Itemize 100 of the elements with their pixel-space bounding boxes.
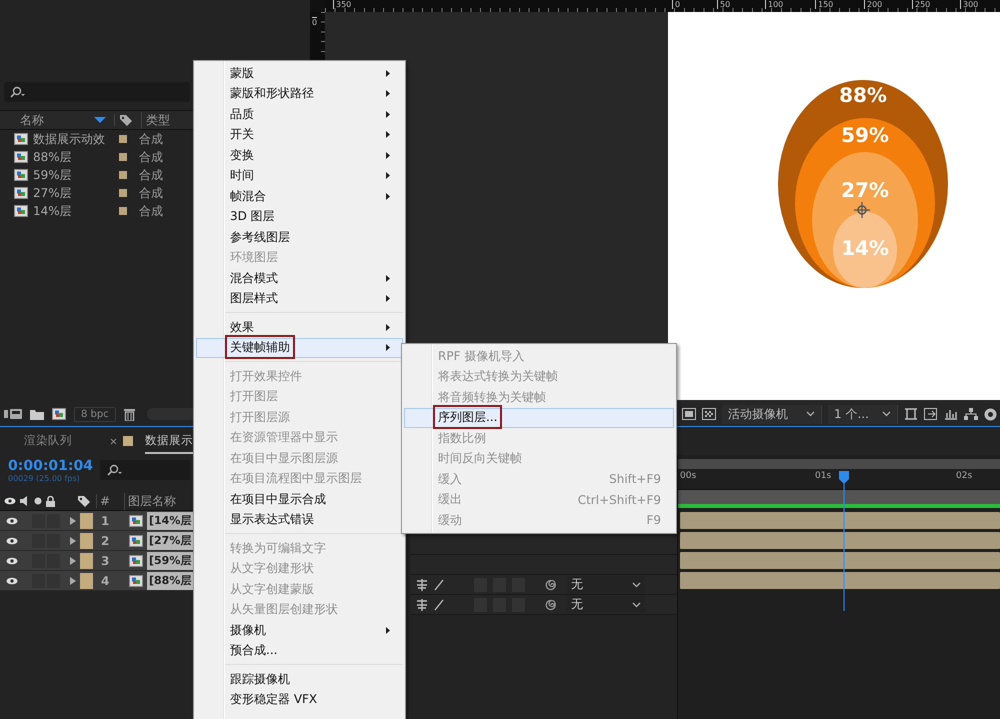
ruler-number: 50 — [717, 0, 730, 9]
ruler-number: 0 — [672, 0, 680, 9]
export-icon[interactable] — [924, 408, 938, 420]
column-header[interactable]: # — [96, 494, 124, 508]
menu-item[interactable]: 预合成... — [196, 640, 403, 661]
folder-icon[interactable] — [30, 408, 44, 420]
item-type: 合成 — [139, 148, 163, 166]
quality-slash-icon[interactable] — [434, 598, 444, 610]
hierarchy-icon[interactable] — [964, 408, 978, 420]
search-field[interactable] — [4, 82, 190, 102]
eye-icon[interactable] — [4, 497, 16, 505]
time-label: 02s — [956, 471, 972, 481]
composition-icon — [14, 151, 28, 163]
item-type: 合成 — [139, 130, 163, 148]
expand-arrow-icon[interactable] — [70, 556, 76, 564]
frame-info: 00029 (25.00 fps) — [8, 474, 81, 483]
shy-switch-icon[interactable] — [416, 578, 428, 590]
menu-item[interactable]: 效果 — [196, 317, 403, 338]
expand-arrow-icon[interactable] — [70, 576, 76, 584]
speaker-icon[interactable] — [20, 496, 30, 506]
item-name[interactable]: 数据展示动效 — [33, 130, 115, 148]
spiral-icon[interactable] — [545, 598, 557, 610]
label-swatch[interactable] — [80, 572, 93, 588]
close-icon[interactable] — [110, 438, 117, 444]
column-header[interactable]: 图层名称 — [124, 492, 176, 510]
bar-chart-icon[interactable] — [944, 408, 958, 420]
menu-item[interactable]: 显示表达式错误 — [196, 510, 403, 530]
solo-dot-icon[interactable] — [34, 497, 42, 505]
menu-item[interactable]: 摄像机 — [196, 620, 403, 640]
trash-icon[interactable] — [124, 408, 135, 420]
column-header[interactable]: 名称 — [20, 112, 94, 128]
lock-icon[interactable] — [46, 496, 55, 506]
search-icon[interactable] — [9, 86, 25, 98]
menu-item[interactable]: 序列图层... — [404, 408, 674, 428]
column-header[interactable]: 类型 — [141, 112, 170, 128]
menu-item[interactable]: 变形稳定器 VFX — [196, 690, 403, 710]
playhead[interactable] — [838, 471, 850, 611]
item-name[interactable]: 14%层 — [33, 202, 115, 220]
layer-name[interactable]: [14%层 — [147, 512, 193, 530]
eye-icon[interactable] — [6, 516, 18, 524]
expand-arrow-icon[interactable] — [70, 516, 76, 524]
label-swatch[interactable] — [80, 552, 93, 568]
label-swatch[interactable] — [80, 512, 93, 528]
layer-row[interactable]: 4 [88%层 — [0, 571, 193, 591]
menu-item[interactable]: 蒙版 — [196, 63, 403, 84]
layer-row[interactable]: 1 [14%层 — [0, 511, 193, 531]
layer-name[interactable]: [88%层 — [147, 572, 193, 590]
eye-icon[interactable] — [6, 576, 18, 584]
menu-item[interactable]: 关键帧辅助 — [196, 338, 403, 358]
anchor-point-icon[interactable] — [853, 201, 871, 219]
caret-icon[interactable] — [882, 411, 891, 417]
spiral-icon[interactable] — [545, 578, 557, 590]
caret-icon[interactable] — [806, 411, 815, 417]
menu-item[interactable]: 参考线图层 — [196, 227, 403, 248]
layer-row[interactable]: 3 [59%层 — [0, 551, 193, 571]
layer-row[interactable]: 2 [27%层 — [0, 531, 193, 551]
aperture-icon[interactable] — [984, 408, 997, 420]
frame-icon[interactable] — [904, 408, 918, 420]
layer-name[interactable]: [59%层 — [147, 552, 193, 570]
item-name[interactable]: 27%层 — [33, 184, 115, 202]
menu-item[interactable]: 时间 — [196, 166, 403, 186]
shy-switch-icon[interactable] — [416, 598, 428, 610]
expand-arrow-icon[interactable] — [70, 536, 76, 544]
search-field[interactable] — [100, 460, 190, 480]
menu-item[interactable]: 蒙版和形状路径 — [196, 84, 403, 104]
menu-item[interactable]: 开关 — [196, 124, 403, 145]
item-type: 合成 — [139, 166, 163, 184]
square-icon[interactable] — [682, 408, 696, 420]
menu-item[interactable]: 跟踪摄像机 — [196, 669, 403, 690]
panel-tab[interactable]: 渲染队列 — [24, 428, 72, 454]
menu-item[interactable]: 变换 — [196, 145, 403, 166]
views-dropdown[interactable]: 1 个... — [828, 404, 898, 424]
search-icon[interactable] — [106, 464, 122, 476]
label-tag-icon[interactable] — [77, 495, 91, 507]
item-name[interactable]: 59%层 — [33, 166, 115, 184]
bit-depth-button[interactable]: 8 bpc — [74, 406, 116, 422]
label-tag-icon[interactable] — [114, 114, 133, 126]
ruler-number: 150 — [815, 0, 834, 9]
item-name[interactable]: 88%层 — [33, 148, 115, 166]
layer-name[interactable]: [27%层 — [147, 532, 193, 550]
checkerboard-icon[interactable] — [702, 408, 716, 420]
menu-item[interactable]: 图层样式 — [196, 288, 403, 309]
eye-icon[interactable] — [6, 556, 18, 564]
caret-icon[interactable] — [632, 602, 641, 608]
ruler-number: 0 — [312, 17, 318, 27]
sort-arrow-icon[interactable] — [94, 117, 106, 123]
current-time[interactable]: 0:00:01:04 — [8, 458, 98, 474]
caret-icon[interactable] — [632, 582, 641, 588]
label-swatch[interactable] — [80, 532, 93, 548]
menu-item[interactable]: 混合模式 — [196, 268, 403, 288]
camera-dropdown[interactable]: 活动摄像机 — [722, 404, 822, 424]
percent-label: 59% — [841, 123, 889, 147]
layer-number: 3 — [101, 554, 110, 568]
interpret-footage-icon[interactable] — [4, 408, 22, 420]
menu-item[interactable]: 在项目中显示合成 — [196, 489, 403, 510]
menu-item[interactable]: 品质 — [196, 104, 403, 124]
quality-slash-icon[interactable] — [434, 578, 444, 590]
menu-item[interactable]: 3D 图层 — [196, 206, 403, 227]
menu-item[interactable]: 帧混合 — [196, 186, 403, 206]
eye-icon[interactable] — [6, 536, 18, 544]
